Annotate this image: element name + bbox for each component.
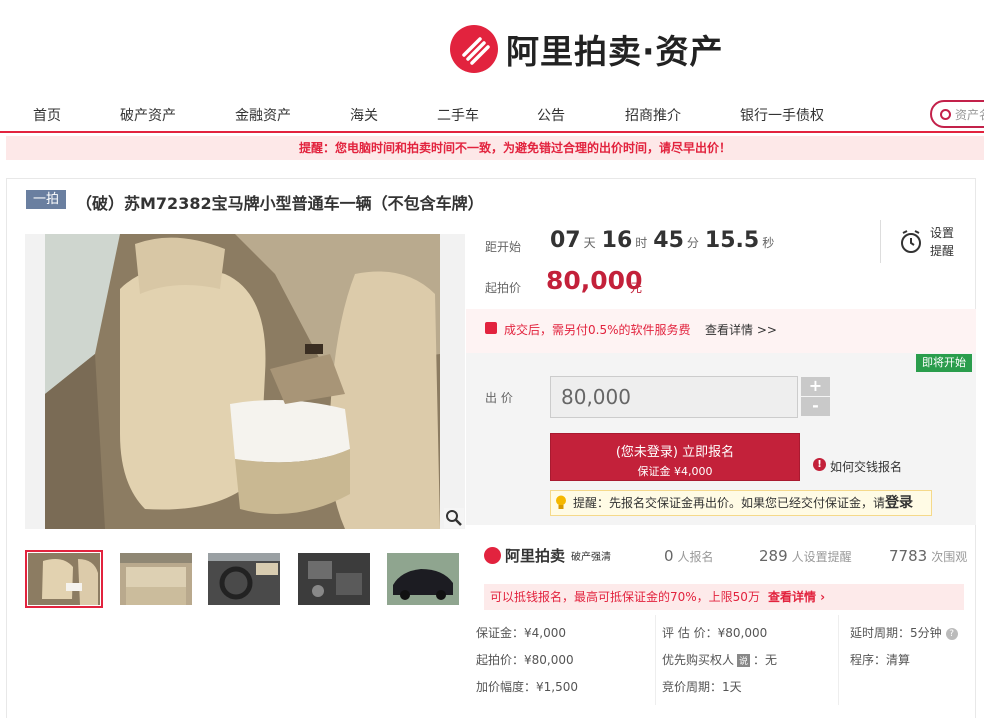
service-fee-details-link[interactable]: 查看详情 >> [705,321,777,338]
detail-deposit: 保证金：¥4,000 [476,626,566,640]
countdown-timer: 07 天 16 时 45 分 15.5 秒 [550,228,780,253]
search-icon [940,108,951,120]
search-placeholder: 资产名 [955,107,984,122]
stat-reminders-label: 人设置提醒 [791,550,852,564]
countdown-minutes-unit: 分 [686,236,699,250]
logo-icon [450,25,498,73]
header: 阿里拍卖·资产 [0,0,984,95]
stat-registrations-label: 人报名 [677,550,714,564]
time-warning-banner: 提醒：您电脑时间和拍卖时间不一致，为避免错过合理的出价时间，请尽早出价！ [6,136,984,160]
thumbnail-1[interactable] [25,550,103,608]
detail-start-price: 起拍价：¥80,000 [476,653,574,667]
help-icon[interactable]: ? [945,627,958,640]
info-icon: ! [813,458,826,471]
countdown-hours: 16 [601,228,633,253]
item-title: （破）苏M72382宝马牌小型普通车一辆（不包含车牌） [76,194,484,213]
deduction-banner: 可以抵钱报名，最高可抵保证金的70%，上限50万 查看详情 › [484,584,964,610]
login-tip: 提醒：先报名交保证金再出价。如果您已经交付保证金，请登录 [550,490,932,516]
divider [655,615,656,705]
priority-info-badge[interactable]: 说 [737,654,751,667]
zoom-icon[interactable] [444,508,464,528]
how-to-pay-link[interactable]: 如何交钱报名 [830,458,902,475]
main-photo[interactable] [25,234,465,529]
start-price-value: 80,000 [546,266,643,295]
countdown-hours-unit: 时 [635,236,648,250]
detail-increment: 加价幅度：¥1,500 [476,680,578,694]
round-badge: 一拍 [26,190,66,209]
stat-registrations-num: 0 [664,547,674,565]
detail-delay-text: 延时周期：5分钟 [850,626,942,640]
stat-views-label: 次围观 [931,550,968,564]
stats-brand: 阿里拍卖 破产强清 [484,545,611,566]
nav-item-customs[interactable]: 海关 [350,105,378,125]
start-price-unit: 元 [630,281,643,295]
stat-views: 7783 次围观 [889,546,967,565]
login-tip-text: 提醒：先报名交保证金再出价。如果您已经交付保证金，请 [573,496,886,510]
bid-label: 出 价 [485,391,513,405]
stat-registrations: 0 人报名 [664,546,714,565]
status-badge: 即将开始 [916,354,972,372]
divider [838,615,839,705]
service-fee-text: 成交后，需另付0.5%的软件服务费 [504,323,691,337]
divider [880,220,881,263]
main-nav: 首页 破产资产 金融资产 海关 二手车 公告 招商推介 银行一手债权 [0,95,984,133]
countdown-label: 距开始 [485,240,522,254]
thumbnail-4[interactable] [298,553,370,605]
thumbnail-3[interactable] [208,553,280,605]
set-reminder-button[interactable]: 设置 提醒 [930,224,960,260]
stat-views-num: 7783 [889,547,928,565]
login-link[interactable]: 登录 [885,495,913,511]
nav-item-finance[interactable]: 金融资产 [235,105,291,125]
increase-bid-button[interactable]: + [801,377,830,396]
detail-priority-buyer: 优先购买权人说：无 [662,651,777,668]
nav-item-notices[interactable]: 公告 [537,105,565,125]
nav-item-used-cars[interactable]: 二手车 [437,105,479,125]
brand-logo[interactable]: 阿里拍卖·资产 [450,25,724,73]
detail-appraisal: 评 估 价：¥80,000 [662,626,768,640]
countdown-days-unit: 天 [583,236,596,250]
countdown-days: 07 [550,228,581,253]
start-price-label: 起拍价 [485,281,522,295]
deduction-text: 可以抵钱报名，最高可抵保证金的70%，上限50万 [490,590,760,604]
nav-item-bank-debt[interactable]: 银行一手债权 [740,105,824,125]
nav-item-investment[interactable]: 招商推介 [625,105,681,125]
gift-icon [485,322,497,334]
register-button[interactable]: (您未登录) 立即报名 保证金 ¥4,000 [550,433,800,481]
nav-item-home[interactable]: 首页 [33,105,61,125]
nav-item-bankruptcy[interactable]: 破产资产 [120,105,176,125]
detail-priority-prefix: 优先购买权人 [662,653,735,667]
detail-priority-suffix: ：无 [753,653,778,667]
deduction-details-link[interactable]: 查看详情 › [768,584,825,610]
register-button-label: (您未登录) 立即报名 [615,445,735,460]
thumbnail-2[interactable] [120,553,192,605]
detail-delay: 延时周期：5分钟? [850,624,958,641]
set-reminder-line1: 设置 [930,226,955,240]
alarm-clock-icon[interactable] [900,230,922,254]
countdown-seconds-unit: 秒 [762,236,775,250]
thumbnail-5[interactable] [387,553,459,605]
decrease-bid-button[interactable]: - [801,397,830,416]
brand-name: 阿里拍卖·资产 [506,32,724,71]
stats-brand-sub: 破产强清 [571,552,612,563]
stat-reminders: 289 人设置提醒 [759,546,852,565]
bulb-icon [556,495,566,509]
countdown-minutes: 45 [653,228,684,253]
detail-bid-cycle: 竞价周期：1天 [662,680,742,694]
logo-icon [484,547,501,564]
set-reminder-line2: 提醒 [930,244,955,258]
countdown-seconds: 15.5 [704,228,760,253]
search-input[interactable]: 资产名 [930,100,984,128]
stats-brand-name: 阿里拍卖 [505,547,566,565]
detail-procedure: 程序：清算 [850,653,911,667]
register-button-deposit: 保证金 ¥4,000 [637,465,713,478]
bid-amount-input[interactable]: 80,000 [550,376,798,418]
stat-reminders-num: 289 [759,547,788,565]
